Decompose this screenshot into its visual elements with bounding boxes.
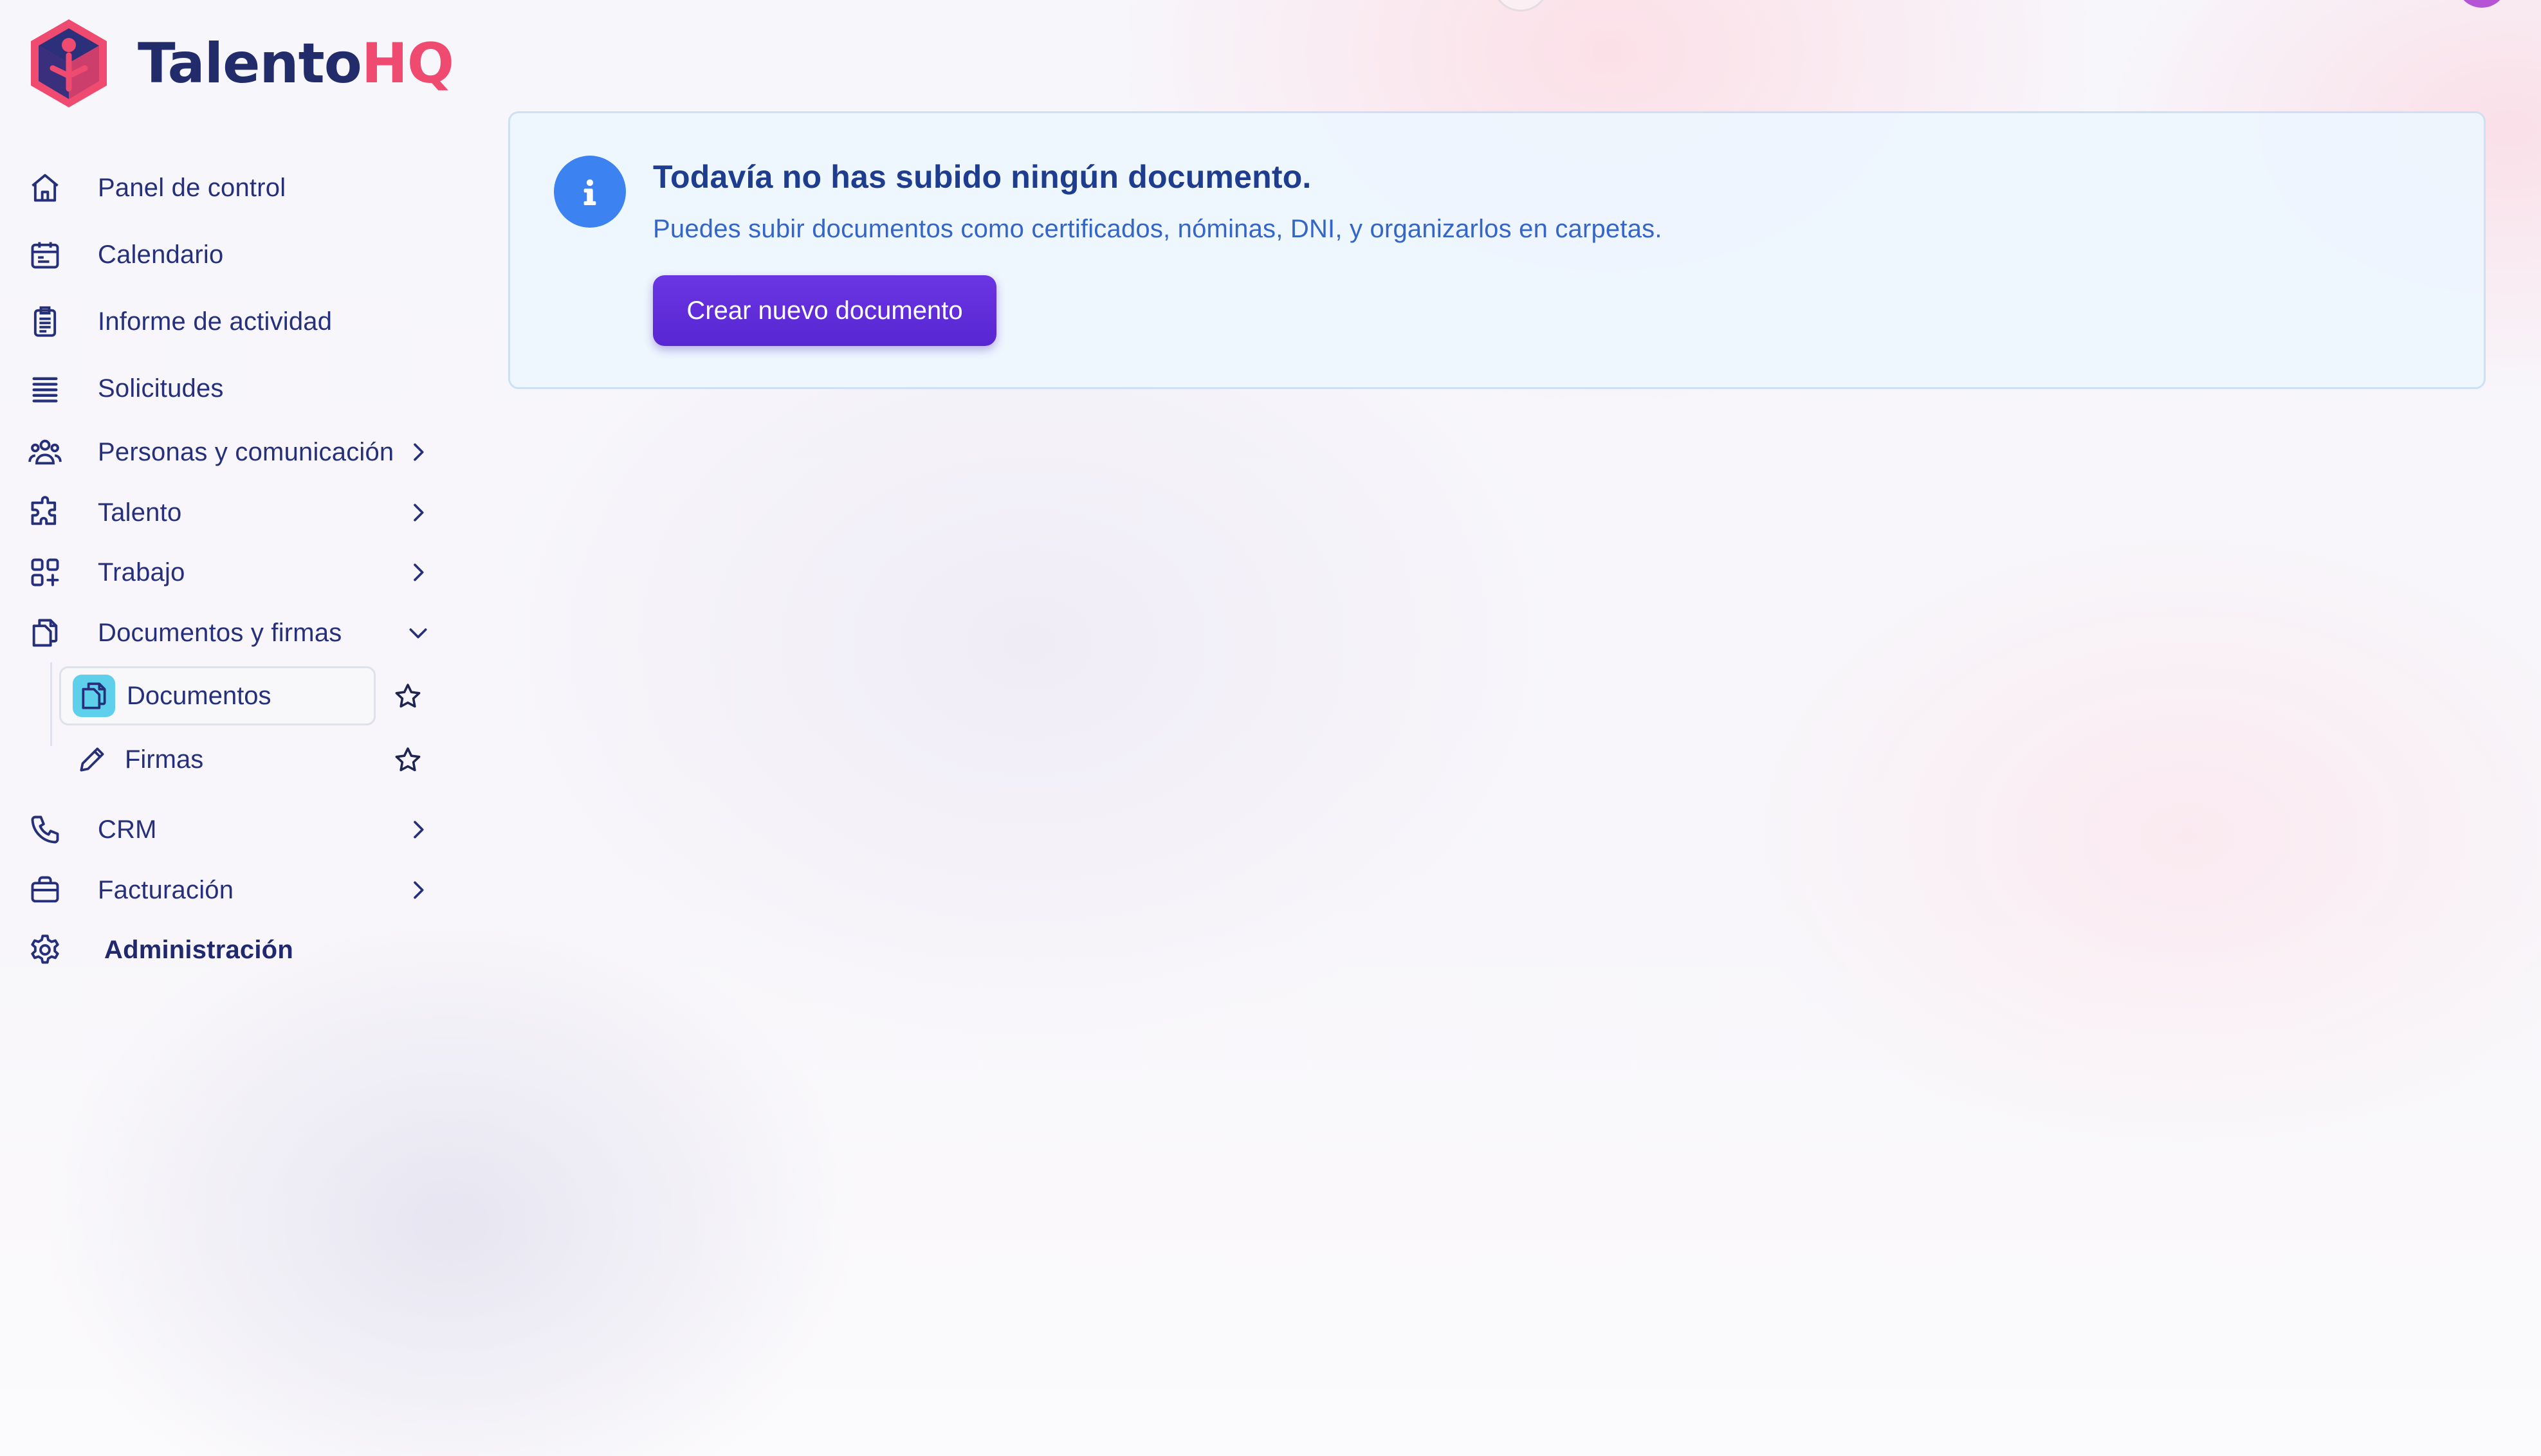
submenu-guide-line (50, 662, 52, 746)
chevron-right-icon[interactable] (405, 439, 431, 465)
puzzle-icon (26, 493, 64, 532)
sidebar-subitem-label: Documentos (127, 681, 271, 710)
chevron-right-icon[interactable] (405, 560, 431, 585)
sidebar-subitem-firmas[interactable]: Firmas (59, 730, 376, 789)
info-icon (554, 156, 626, 228)
star-icon[interactable] (392, 745, 423, 776)
sidebar-item-label: CRM (98, 815, 157, 844)
top-control-circle[interactable] (1492, 0, 1549, 12)
sidebar-item-facturacion[interactable]: Facturación (26, 864, 437, 916)
sidebar-item-administracion[interactable]: Administración (26, 924, 437, 976)
sidebar-item-label: Talento (98, 498, 182, 527)
phone-icon (26, 810, 64, 849)
sidebar-item-label: Personas y comunicación (98, 437, 394, 466)
empty-documents-alert: Todavía no has subido ningún documento. … (508, 111, 2486, 389)
sidebar-item-personas-y-comunicacion[interactable]: Personas y comunicación (26, 426, 437, 478)
clipboard-icon (26, 302, 64, 341)
alert-title: Todavía no has subido ningún documento. (653, 159, 1312, 195)
sidebar-item-label: Documentos y firmas (98, 618, 342, 647)
app-name: TalentoHQ (138, 31, 454, 96)
chevron-down-icon[interactable] (405, 620, 431, 646)
documents-icon (73, 675, 115, 717)
gear-icon (26, 931, 64, 969)
app-logo[interactable]: TalentoHQ (27, 17, 454, 110)
alert-description: Puedes subir documentos como certificado… (653, 215, 1662, 243)
users-icon (26, 433, 64, 471)
sidebar-subitem-label: Firmas (125, 745, 204, 774)
sidebar-item-label: Facturación (98, 875, 234, 904)
apps-icon (26, 553, 64, 592)
avatar[interactable] (2457, 0, 2506, 8)
star-icon[interactable] (392, 681, 423, 712)
sidebar-item-label: Solicitudes (98, 374, 224, 403)
sidebar-item-solicitudes[interactable]: Solicitudes (26, 363, 437, 414)
sidebar-item-crm[interactable]: CRM (26, 804, 437, 855)
list-icon (26, 369, 64, 408)
sidebar-subitem-documentos[interactable]: Documentos (59, 666, 376, 725)
sidebar-item-documentos-y-firmas[interactable]: Documentos y firmas (26, 607, 437, 659)
sidebar-item-label: Calendario (98, 240, 224, 269)
sidebar-item-label: Administración (104, 935, 293, 964)
calendar-icon (26, 235, 64, 274)
chevron-right-icon[interactable] (405, 877, 431, 903)
sidebar-item-panel-de-control[interactable]: Panel de control (26, 162, 437, 214)
cube-logo-icon (31, 19, 107, 107)
home-icon (26, 168, 64, 207)
documents-icon (26, 614, 64, 652)
sidebar-item-label: Panel de control (98, 173, 286, 202)
sidebar-item-informe-de-actividad[interactable]: Informe de actividad (26, 296, 437, 347)
sidebar-item-trabajo[interactable]: Trabajo (26, 547, 437, 598)
sidebar-item-label: Informe de actividad (98, 307, 333, 336)
sidebar-item-calendario[interactable]: Calendario (26, 229, 437, 280)
chevron-right-icon[interactable] (405, 500, 431, 525)
sidebar-item-label: Trabajo (98, 558, 185, 587)
pencil-icon (71, 738, 113, 781)
chevron-right-icon[interactable] (405, 817, 431, 842)
briefcase-icon (26, 871, 64, 909)
create-document-button[interactable]: Crear nuevo documento (653, 275, 996, 346)
sidebar-item-talento[interactable]: Talento (26, 487, 437, 538)
